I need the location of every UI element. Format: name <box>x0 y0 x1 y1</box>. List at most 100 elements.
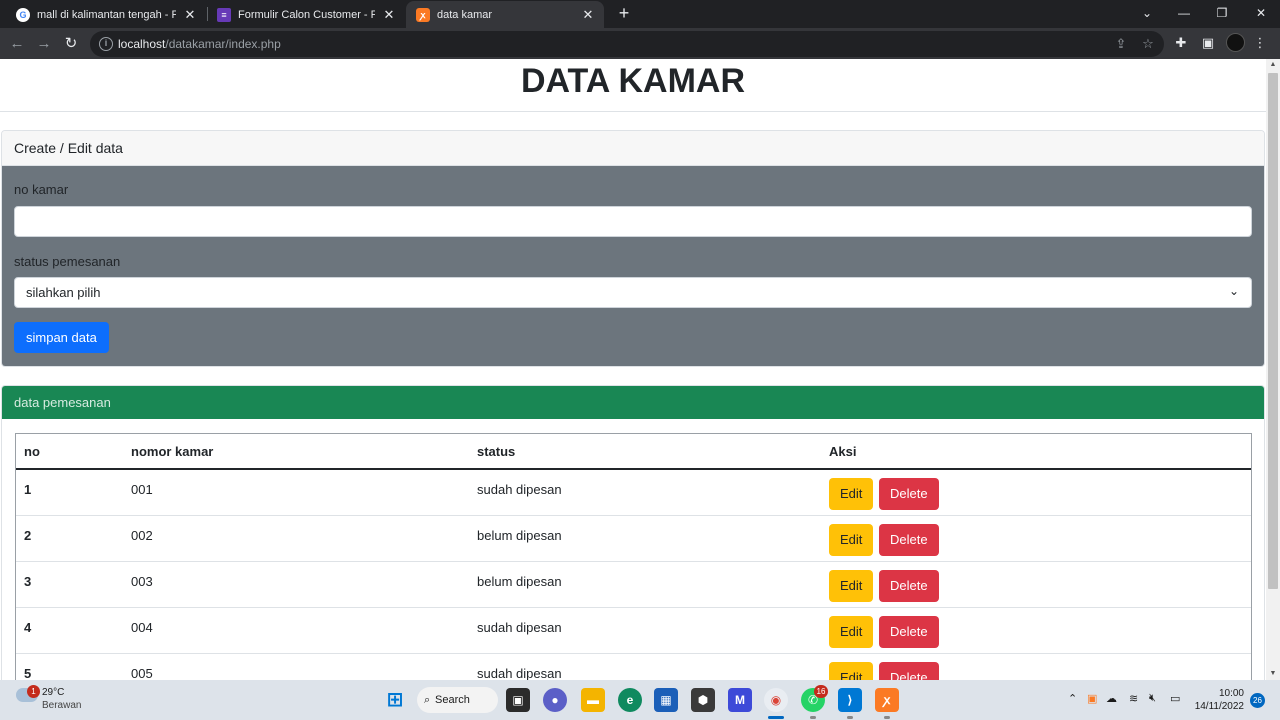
table-wrapper: no nomor kamar status Aksi 1 001 sudah d… <box>15 433 1252 680</box>
minimize-icon[interactable]: — <box>1169 3 1199 23</box>
app-m-icon[interactable]: M <box>728 688 752 712</box>
search-label: Search <box>435 694 470 706</box>
cell-nomor-kamar: 003 <box>123 561 469 608</box>
xampp-tray-icon[interactable]: ▣ <box>1087 692 1097 705</box>
scrollbar-thumb[interactable] <box>1268 73 1278 589</box>
page-title: DATA KAMAR <box>520 62 746 100</box>
windows-taskbar: 1 29°C Berawan ⊞ ⌕ Search ▣ ● ▬ e ▦ ⬢ M … <box>0 680 1280 720</box>
data-table: no nomor kamar status Aksi 1 001 sudah d… <box>16 434 1251 680</box>
teams-chat-icon[interactable]: ● <box>543 688 567 712</box>
window-close-icon[interactable]: ✕ <box>1246 3 1276 23</box>
windows-start-icon[interactable]: ⊞ <box>383 688 407 712</box>
close-icon[interactable]: ✕ <box>383 7 395 23</box>
site-info-icon[interactable]: i <box>99 37 113 51</box>
store-icon[interactable]: ▦ <box>654 688 678 712</box>
column-header-no: no <box>16 434 123 470</box>
xampp-icon: ꭗ <box>416 7 430 22</box>
bookmark-star-icon[interactable]: ☆ <box>1139 35 1157 53</box>
app-cube-icon[interactable]: ⬢ <box>691 688 715 712</box>
clock-date: 14/11/2022 <box>1194 701 1244 712</box>
share-icon[interactable]: ⇪ <box>1112 35 1130 53</box>
xampp-icon[interactable]: ꭗ <box>875 688 899 712</box>
search-icon: ⌕ <box>424 694 431 706</box>
wifi-icon[interactable]: ≋ <box>1129 692 1138 705</box>
form-card-body: no kamar status pemesanan silahkan pilih… <box>2 166 1264 366</box>
extensions-icon[interactable]: ✚ <box>1171 33 1191 53</box>
edit-button[interactable]: Edit <box>829 523 874 556</box>
cell-status: sudah dipesan <box>469 653 821 680</box>
edge-icon[interactable]: e <box>618 688 642 712</box>
taskbar-search[interactable]: ⌕ Search <box>417 687 498 713</box>
taskbar-clock[interactable]: 10:00 14/11/2022 <box>1195 687 1244 713</box>
new-tab-button[interactable]: + <box>614 3 634 23</box>
tab-search-icon[interactable]: ⌄ <box>1132 3 1162 23</box>
weather-temperature[interactable]: 29°C <box>42 687 64 698</box>
column-header-status: status <box>469 434 821 470</box>
edit-button[interactable]: Edit <box>829 569 874 602</box>
edit-button[interactable]: Edit <box>829 478 874 510</box>
notification-count[interactable]: 26 <box>1250 693 1265 708</box>
cell-no: 1 <box>16 469 123 516</box>
back-icon[interactable]: ← <box>6 33 28 55</box>
weather-description[interactable]: Berawan <box>42 700 81 711</box>
chevron-down-icon: ⌄ <box>1228 284 1239 298</box>
cell-status: belum dipesan <box>469 561 821 608</box>
browser-toolbar: ← → ↻ i localhost/datakamar/index.php ⇪ … <box>0 28 1280 59</box>
cell-aksi: Edit Delete <box>821 515 1251 562</box>
no-kamar-input[interactable] <box>14 206 1252 237</box>
url-path: /datakamar/index.php <box>165 37 281 51</box>
tab-title: data kamar <box>437 8 493 21</box>
onedrive-cloud-icon[interactable]: ☁ <box>1106 692 1117 705</box>
maximize-icon[interactable]: ❐ <box>1207 3 1237 23</box>
browser-tab-strip: G mall di kalimantan tengah - Pene ✕ ≡ F… <box>0 0 1280 28</box>
title-divider <box>0 111 1266 112</box>
chrome-icon[interactable]: ◉ <box>764 688 788 712</box>
delete-button[interactable]: Delete <box>879 478 939 510</box>
tab-title: Formulir Calon Customer - Flight <box>238 8 375 21</box>
file-explorer-icon[interactable]: ▬ <box>581 688 605 712</box>
table-row: 4 004 sudah dipesan Edit Delete <box>16 607 1251 654</box>
vscode-icon[interactable]: ⟩ <box>838 688 862 712</box>
column-header-aksi: Aksi <box>821 434 1251 470</box>
url-text[interactable]: localhost/datakamar/index.php <box>118 37 281 51</box>
google-icon: G <box>16 7 30 22</box>
forms-icon: ≡ <box>217 7 231 22</box>
tab-data-kamar[interactable]: ꭗ data kamar ✕ <box>406 1 604 28</box>
delete-button[interactable]: Delete <box>879 661 939 680</box>
cell-nomor-kamar: 005 <box>123 653 469 680</box>
chevron-up-icon[interactable]: ⌃ <box>1068 692 1077 705</box>
scroll-down-icon[interactable]: ▼ <box>1266 668 1280 680</box>
simpan-data-button[interactable]: simpan data <box>14 322 109 353</box>
battery-icon[interactable]: ▭ <box>1170 692 1180 705</box>
no-kamar-label: no kamar <box>14 182 69 197</box>
volume-muted-icon[interactable]: 🔇︎ <box>1149 692 1156 705</box>
tab-title: mall di kalimantan tengah - Pene <box>37 8 176 21</box>
delete-button[interactable]: Delete <box>879 523 939 556</box>
form-card: Create / Edit data no kamar status pemes… <box>1 130 1265 367</box>
page-scrollbar[interactable]: ▲ ▼ <box>1266 59 1280 680</box>
tab-formulir[interactable]: ≡ Formulir Calon Customer - Flight ✕ <box>207 1 405 28</box>
edit-button[interactable]: Edit <box>829 661 874 680</box>
menu-icon[interactable]: ⋮ <box>1250 33 1270 53</box>
task-view-icon[interactable]: ▣ <box>506 688 530 712</box>
status-pemesanan-select[interactable]: silahkan pilih ⌄ <box>14 277 1252 308</box>
forward-icon[interactable]: → <box>33 33 55 55</box>
open-app-indicator <box>884 716 890 719</box>
address-bar[interactable]: i localhost/datakamar/index.php ⇪ ☆ <box>90 31 1164 57</box>
profile-avatar[interactable] <box>1226 33 1245 52</box>
reload-icon[interactable]: ↻ <box>60 33 82 55</box>
tab-mall-search[interactable]: G mall di kalimantan tengah - Pene ✕ <box>6 1 206 28</box>
close-icon[interactable]: ✕ <box>582 7 594 23</box>
table-card-header: data pemesanan <box>2 386 1264 419</box>
cell-nomor-kamar: 002 <box>123 515 469 562</box>
edit-button[interactable]: Edit <box>829 615 874 648</box>
cell-status: belum dipesan <box>469 515 821 562</box>
delete-button[interactable]: Delete <box>879 569 939 602</box>
delete-button[interactable]: Delete <box>879 615 939 648</box>
close-icon[interactable]: ✕ <box>184 7 196 23</box>
side-panel-icon[interactable]: ▣ <box>1198 33 1218 53</box>
scroll-up-icon[interactable]: ▲ <box>1266 59 1280 71</box>
cell-no: 2 <box>16 515 123 562</box>
cell-aksi: Edit Delete <box>821 653 1251 680</box>
url-host: localhost <box>118 37 166 51</box>
